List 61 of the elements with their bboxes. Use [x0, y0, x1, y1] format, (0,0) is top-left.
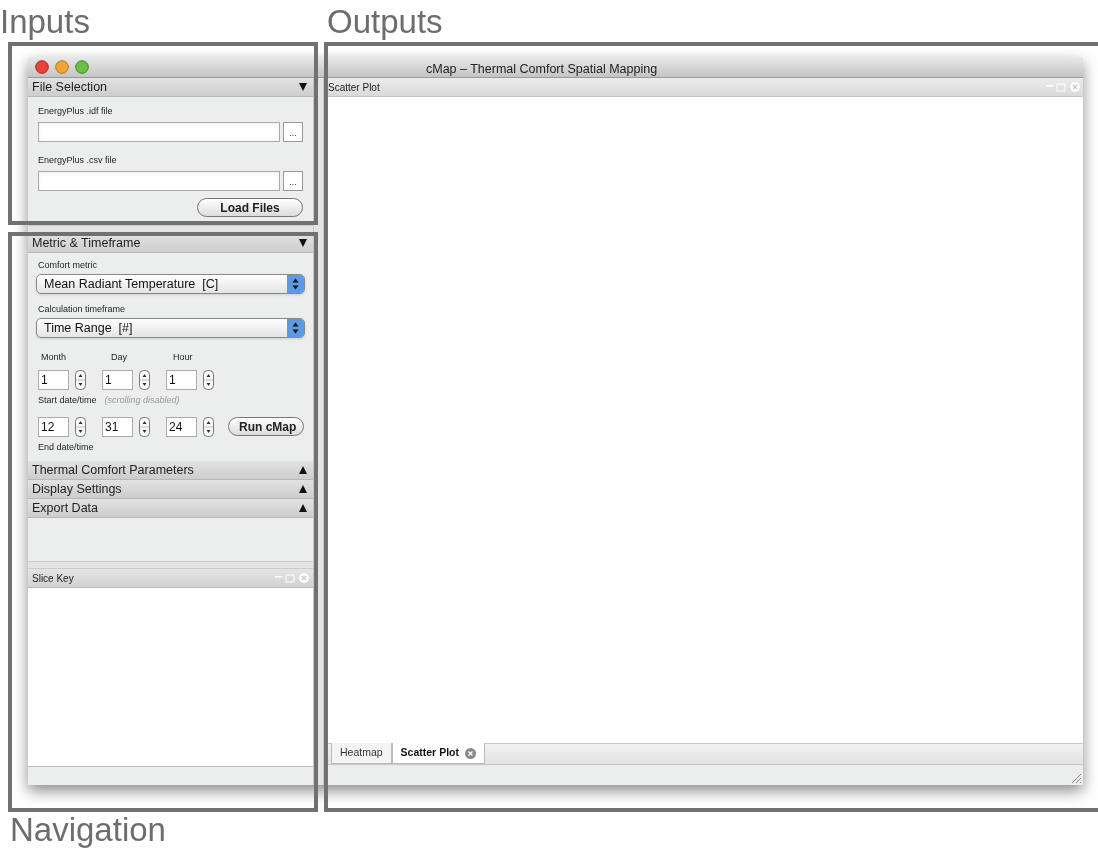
resize-grip-icon[interactable]	[1071, 773, 1082, 784]
number-field[interactable]: 1	[102, 370, 133, 390]
field-label: Start date/time	[38, 394, 97, 407]
tab[interactable]: Heatmap	[331, 743, 392, 764]
column-label: Hour	[173, 352, 193, 362]
column-label: Month	[41, 352, 66, 362]
browse-button[interactable]: ...	[283, 171, 303, 191]
section-header[interactable]: Display Settings	[28, 480, 313, 499]
file-path-field[interactable]	[38, 122, 280, 142]
annotation-label: Inputs	[0, 2, 90, 42]
dropdown-arrows-icon	[287, 319, 304, 337]
dropdown-value: Mean Radiant Temperature [C]	[44, 275, 219, 293]
window-title: cMap – Thermal Comfort Spatial Mapping	[426, 61, 658, 78]
button[interactable]: Load Files	[197, 198, 303, 217]
field-label: EnergyPlus .csv file	[38, 154, 118, 166]
section-title: Thermal Comfort Parameters	[32, 461, 194, 479]
panel-title: Slice Key	[32, 571, 74, 586]
field-label: Calculation timeframe	[38, 303, 127, 315]
tab[interactable]: Scatter Plot	[391, 743, 485, 764]
dropdown[interactable]: Mean Radiant Temperature [C]	[36, 274, 305, 294]
field-label: EnergyPlus .idf file	[38, 105, 114, 117]
number-field[interactable]: 31	[102, 416, 133, 437]
panel-title: Scatter Plot	[328, 80, 380, 95]
section-header[interactable]: Export Data	[28, 499, 313, 518]
section-title: File Selection	[32, 78, 108, 96]
stepper-control[interactable]	[203, 370, 214, 390]
collapse-triangle-icon[interactable]	[299, 239, 307, 247]
section-title: Display Settings	[32, 480, 122, 498]
stepper-control[interactable]	[203, 416, 214, 437]
stepper-control[interactable]	[139, 416, 150, 437]
window-controls-icon[interactable]	[35, 60, 89, 74]
field-label: End date/time	[38, 440, 95, 454]
column-label: Day	[111, 352, 127, 362]
number-field[interactable]: 12	[38, 416, 69, 437]
hint-text: (scrolling disabled)	[104, 394, 180, 407]
expand-triangle-icon[interactable]	[299, 504, 307, 512]
number-field[interactable]: 1	[166, 370, 197, 390]
dropdown-value: Time Range [#]	[44, 319, 133, 337]
expand-triangle-icon[interactable]	[299, 485, 307, 493]
number-field[interactable]: 24	[166, 416, 197, 437]
dropdown-arrows-icon	[287, 275, 304, 293]
expand-triangle-icon[interactable]	[299, 466, 307, 474]
section-title: Export Data	[32, 499, 98, 517]
section-title: Metric & Timeframe	[32, 234, 141, 252]
section-header[interactable]: Thermal Comfort Parameters	[28, 461, 313, 480]
collapse-triangle-icon[interactable]	[299, 83, 307, 91]
dropdown[interactable]: Time Range [#]	[36, 318, 305, 338]
annotation-label: Navigation	[10, 810, 166, 850]
stepper-control[interactable]	[75, 416, 86, 437]
field-label: Comfort metric	[38, 259, 98, 271]
button[interactable]: Run cMap	[228, 417, 304, 436]
file-path-field[interactable]	[38, 171, 280, 191]
close-tab-icon[interactable]	[464, 747, 476, 759]
panel-splitter[interactable]	[28, 225, 313, 234]
browse-button[interactable]: ...	[283, 122, 303, 142]
number-field[interactable]: 1	[38, 370, 69, 390]
panel-splitter[interactable]	[313, 78, 324, 785]
stepper-control[interactable]	[139, 370, 150, 390]
annotation-label: Outputs	[327, 2, 443, 42]
section-header[interactable]: File Selection	[28, 78, 313, 97]
stepper-control[interactable]	[75, 370, 86, 390]
